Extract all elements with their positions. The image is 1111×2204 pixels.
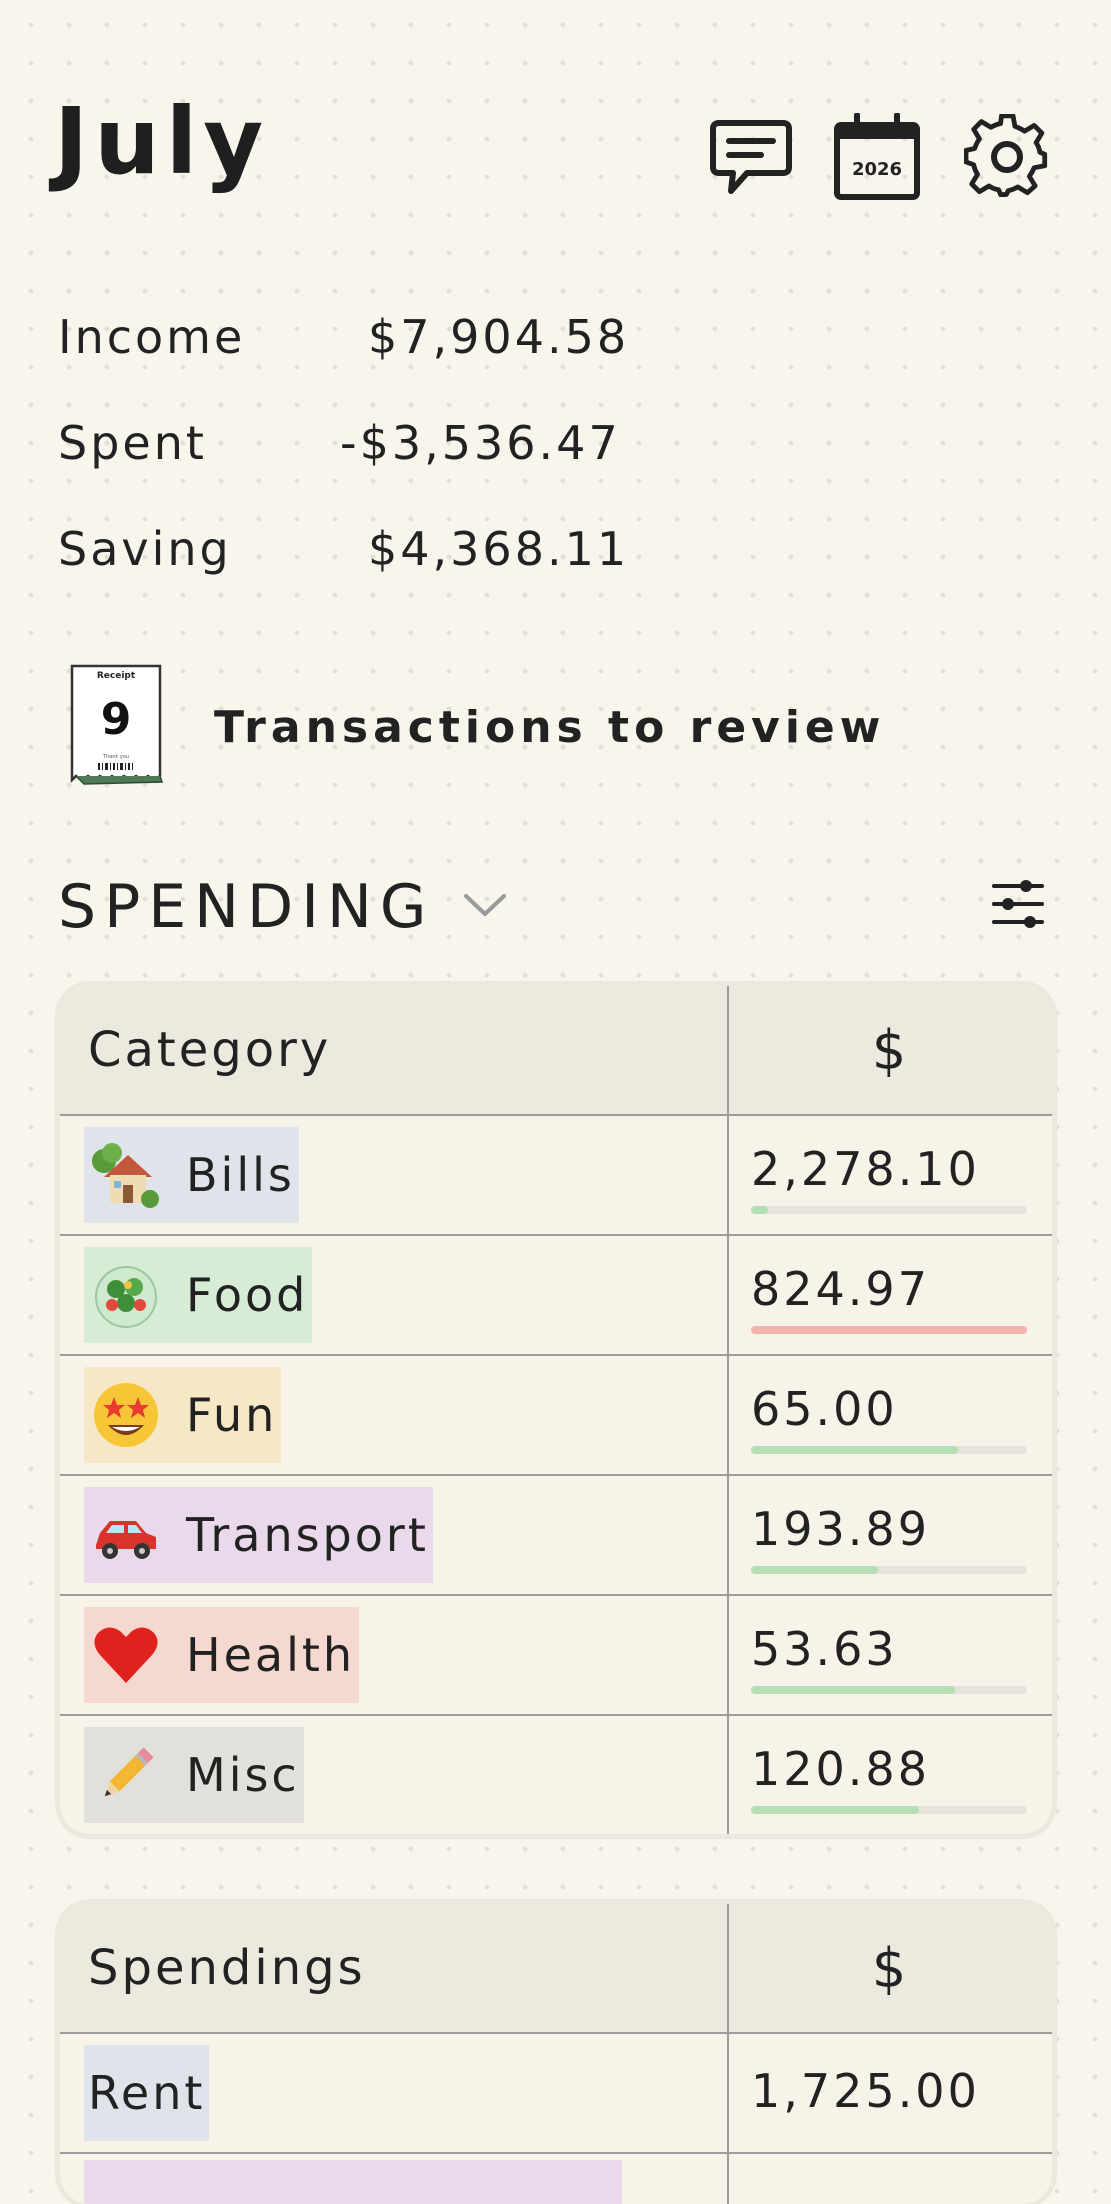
table-row[interactable]: Misc 120.88 <box>60 1715 1052 1834</box>
amount-value: 65.00 <box>751 1382 898 1436</box>
amount-cell[interactable]: 65.00 <box>728 1355 1052 1475</box>
calendar-year: 2026 <box>852 159 902 180</box>
amount-cell[interactable]: 120.88 <box>728 1715 1052 1834</box>
spending-name-cell[interactable]: Rent <box>60 2033 728 2153</box>
transactions-review-button[interactable]: Receipt 9 Thank you Transactions to revi… <box>70 664 970 794</box>
amount-cell[interactable]: 2,278.10 <box>728 1115 1052 1235</box>
column-header-amount[interactable]: $ <box>728 986 1052 1115</box>
budget-progress-bar <box>751 1566 1027 1574</box>
category-tag[interactable]: Bills <box>84 1127 299 1223</box>
section-title[interactable]: SPENDING <box>58 872 434 942</box>
category-cell[interactable]: Bills <box>60 1115 728 1235</box>
chevron-down-icon[interactable] <box>462 890 508 924</box>
income-label: Income <box>58 310 245 364</box>
category-label: Transport <box>186 1508 429 1562</box>
budget-progress-fill <box>751 1566 878 1574</box>
category-cell[interactable]: Food <box>60 1235 728 1355</box>
receipt-title: Receipt <box>97 671 136 681</box>
receipt-footer: Thank you <box>102 754 129 760</box>
amount-value: 120.88 <box>751 1742 930 1796</box>
budget-progress-bar <box>751 1686 1027 1694</box>
amount-value: 2,278.10 <box>751 1142 980 1196</box>
table-row[interactable] <box>60 2153 1052 2204</box>
amount-cell[interactable] <box>728 2153 1052 2204</box>
budget-progress-fill <box>751 1686 955 1694</box>
column-header-category[interactable]: Category <box>60 986 728 1115</box>
amount-value: 824.97 <box>751 1262 930 1316</box>
gear-icon[interactable] <box>962 112 1052 202</box>
receipt-count: 9 <box>101 694 132 745</box>
budget-progress-bar <box>751 1446 1027 1454</box>
budget-progress-fill <box>751 1806 919 1814</box>
review-label: Transactions to review <box>214 702 885 753</box>
car-icon <box>86 1495 166 1575</box>
amount-cell[interactable]: 1,725.00 <box>728 2033 1052 2153</box>
category-cell[interactable]: Fun <box>60 1355 728 1475</box>
page-title: July <box>54 96 269 188</box>
income-value: $7,904.58 <box>368 310 629 364</box>
pencil-icon <box>86 1735 166 1815</box>
category-tag[interactable]: Food <box>84 1247 312 1343</box>
category-table: Category $ Bills 2,278.10 Food 824.97 Fun 65.… <box>60 986 1052 1834</box>
calendar-icon[interactable]: 2026 <box>832 112 922 202</box>
table-row[interactable]: Transport 193.89 <box>60 1475 1052 1595</box>
table-row[interactable]: Rent 1,725.00 <box>60 2033 1052 2153</box>
budget-progress-bar <box>751 1326 1027 1334</box>
star-struck-icon <box>86 1375 166 1455</box>
salad-icon <box>86 1255 166 1335</box>
category-tag[interactable]: Misc <box>84 1727 304 1823</box>
column-header-spendings-amount[interactable]: $ <box>728 1904 1052 2033</box>
spending-name-cell[interactable] <box>60 2153 728 2204</box>
budget-progress-fill <box>751 1206 768 1214</box>
table-row[interactable]: Fun 65.00 <box>60 1355 1052 1475</box>
table-row[interactable]: Bills 2,278.10 <box>60 1115 1052 1235</box>
category-label: Food <box>186 1268 308 1322</box>
category-tag[interactable]: Transport <box>84 1487 433 1583</box>
house-icon <box>86 1135 166 1215</box>
budget-progress-bar <box>751 1206 1027 1214</box>
category-label: Bills <box>186 1148 295 1202</box>
category-cell[interactable]: Transport <box>60 1475 728 1595</box>
table-row[interactable]: Health 53.63 <box>60 1595 1052 1715</box>
category-label: Health <box>186 1628 355 1682</box>
category-tag[interactable]: Health <box>84 1607 359 1703</box>
spendings-table: Spendings $ Rent 1,725.00 <box>60 1904 1052 2204</box>
budget-progress-fill <box>751 1326 1027 1334</box>
column-header-spendings[interactable]: Spendings <box>60 1904 728 2033</box>
category-cell[interactable]: Health <box>60 1595 728 1715</box>
category-cell[interactable]: Misc <box>60 1715 728 1834</box>
amount-value: 193.89 <box>751 1502 930 1556</box>
category-tag[interactable]: Fun <box>84 1367 281 1463</box>
budget-progress-fill <box>751 1446 958 1454</box>
heart-icon <box>86 1615 166 1695</box>
amount-cell[interactable]: 53.63 <box>728 1595 1052 1715</box>
category-label: Misc <box>186 1748 300 1802</box>
chat-icon[interactable] <box>706 112 796 202</box>
spent-value: -$3,536.47 <box>340 416 621 470</box>
spent-label: Spent <box>58 416 207 470</box>
saving-label: Saving <box>58 522 232 576</box>
amount-cell[interactable]: 824.97 <box>728 1235 1052 1355</box>
table-row[interactable]: Food 824.97 <box>60 1235 1052 1355</box>
filter-icon[interactable] <box>990 876 1046 936</box>
spending-tag[interactable]: Rent <box>84 2045 209 2141</box>
amount-value: 53.63 <box>751 1622 898 1676</box>
amount-value: 1,725.00 <box>751 2064 980 2118</box>
category-label: Fun <box>186 1388 277 1442</box>
amount-cell[interactable]: 193.89 <box>728 1475 1052 1595</box>
saving-value: $4,368.11 <box>368 522 629 576</box>
budget-progress-bar <box>751 1806 1027 1814</box>
spending-tag[interactable] <box>84 2160 622 2204</box>
receipt-icon: Receipt 9 Thank you <box>70 664 160 782</box>
